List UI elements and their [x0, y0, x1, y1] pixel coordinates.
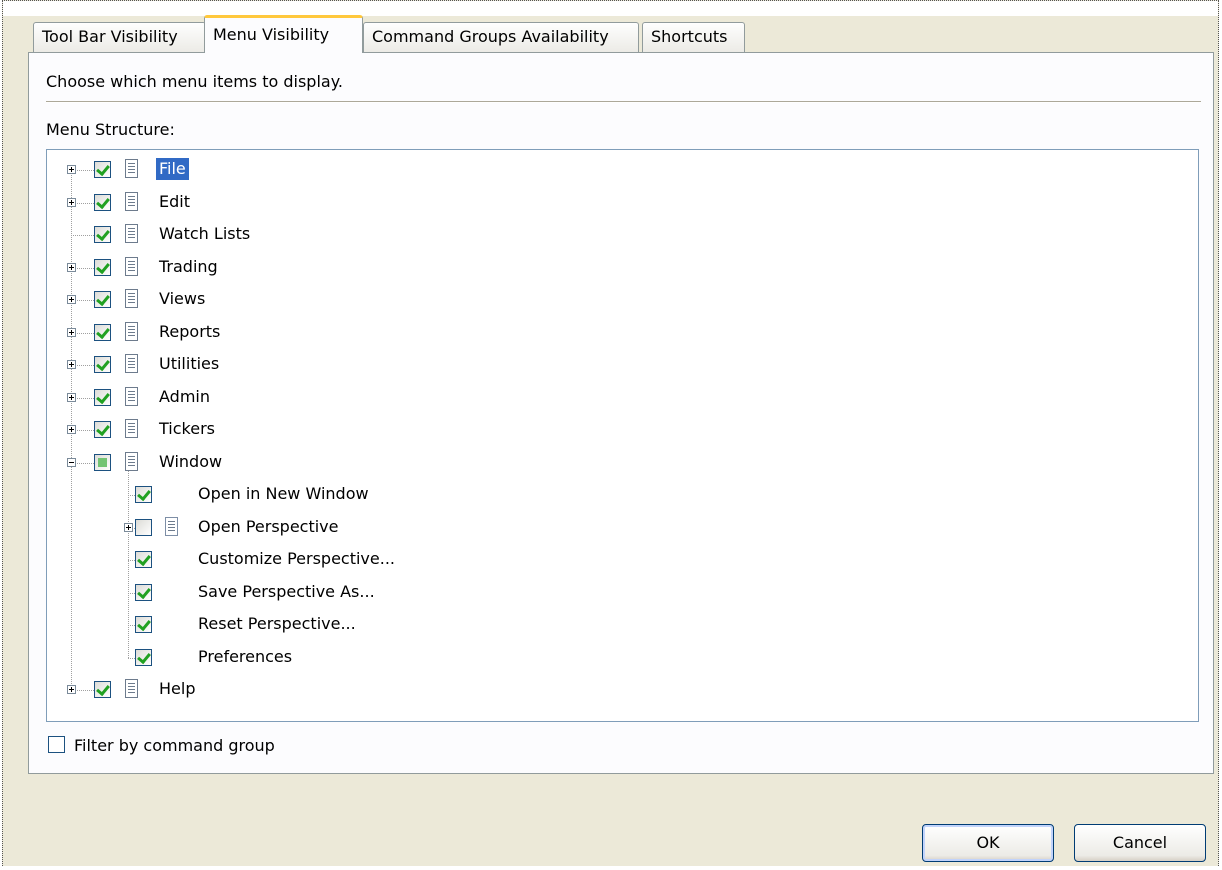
tab-menu-visibility[interactable]: Menu Visibility	[204, 15, 363, 53]
menu-icon	[125, 386, 138, 406]
tree-item-label: Views	[159, 289, 206, 308]
collapse-icon[interactable]	[67, 457, 76, 467]
tree-item-watch-lists[interactable]: Watch Lists	[47, 219, 1198, 251]
tree-item-tickers[interactable]: Tickers	[47, 414, 1198, 446]
menu-icon	[125, 321, 138, 341]
tree-connector	[128, 560, 135, 561]
tree-item-label: Tickers	[159, 419, 215, 438]
tree-item-help[interactable]: Help	[47, 674, 1198, 706]
tree-item-label: Reset Perspective...	[198, 614, 356, 633]
preferences-dialog: Tool Bar Visibility Menu Visibility Comm…	[2, 0, 1219, 866]
tree-item-trading[interactable]: Trading	[47, 252, 1198, 284]
tree-checkbox[interactable]	[94, 323, 111, 341]
tree-checkbox[interactable]	[94, 388, 111, 406]
expand-icon[interactable]	[67, 165, 76, 174]
tree-checkbox[interactable]	[135, 518, 152, 536]
tree-item-label: Watch Lists	[159, 224, 251, 243]
tree-connector	[71, 235, 94, 236]
tree-item-reports[interactable]: Reports	[47, 317, 1198, 349]
tree-item-label: Open Perspective	[198, 516, 339, 536]
tree-item-label: Save Perspective As...	[198, 581, 375, 601]
tree-subitem[interactable]: Customize Perspective...	[47, 544, 1198, 576]
tree-item-label: Preferences	[198, 646, 293, 666]
tree-checkbox[interactable]	[94, 258, 111, 276]
tree-checkbox[interactable]	[94, 193, 111, 211]
tree-checkbox[interactable]	[94, 226, 111, 243]
tree-item-views[interactable]: Views	[47, 284, 1198, 316]
tab-tool-bar-visibility[interactable]: Tool Bar Visibility	[33, 22, 206, 52]
menu-structure-label: Menu Structure:	[46, 120, 175, 139]
menu-icon	[125, 451, 138, 471]
tree-checkbox[interactable]	[94, 681, 111, 698]
tab-shortcuts[interactable]: Shortcuts	[642, 22, 745, 52]
menu-visibility-panel: Choose which menu items to display. Menu…	[28, 52, 1214, 774]
tree-item-edit[interactable]: Edit	[47, 187, 1198, 219]
expand-icon[interactable]	[67, 327, 76, 337]
tree-item-label: Edit	[159, 191, 190, 211]
tree-checkbox[interactable]	[135, 648, 152, 666]
tree-subitem[interactable]: Open Perspective	[47, 512, 1198, 544]
menu-icon	[125, 679, 138, 698]
expand-icon[interactable]	[124, 522, 133, 532]
filter-label: Filter by command group	[74, 736, 275, 755]
tree-item-label: Admin	[159, 386, 210, 406]
ok-button[interactable]: OK	[922, 824, 1054, 862]
menu-icon	[125, 354, 138, 373]
tree-checkbox[interactable]	[135, 616, 152, 633]
tree-connector	[128, 592, 135, 594]
tree-checkbox[interactable]	[94, 453, 111, 471]
tree-subitem[interactable]: Reset Perspective...	[47, 609, 1198, 641]
panel-description: Choose which menu items to display.	[46, 72, 343, 91]
expand-icon[interactable]	[67, 262, 76, 272]
tree-checkbox[interactable]	[135, 583, 152, 601]
tree-item-label: Utilities	[159, 354, 220, 373]
filter-checkbox[interactable]	[48, 736, 65, 753]
tree-item-file[interactable]: File	[47, 154, 1198, 186]
tree-checkbox[interactable]	[94, 356, 111, 373]
menu-icon	[165, 516, 178, 536]
cancel-button[interactable]: Cancel	[1074, 824, 1206, 862]
tree-item-admin[interactable]: Admin	[47, 382, 1198, 414]
tab-command-groups-availability[interactable]: Command Groups Availability	[363, 22, 639, 52]
tree-item-label: Open in New Window	[198, 484, 369, 503]
menu-icon	[125, 191, 138, 211]
tree-item-label: Trading	[159, 256, 218, 276]
tree-connector	[128, 657, 135, 659]
menu-structure-tree[interactable]: File Edit Watch Lists Trading Views Reports Ut…	[46, 149, 1199, 722]
menu-icon	[125, 419, 138, 438]
expand-icon[interactable]	[67, 685, 76, 694]
expand-icon[interactable]	[67, 360, 76, 369]
menu-icon	[125, 159, 138, 178]
expand-icon[interactable]	[67, 295, 76, 304]
separator	[46, 101, 1201, 103]
menu-icon	[125, 256, 138, 276]
expand-icon[interactable]	[67, 425, 76, 434]
tree-item-utilities[interactable]: Utilities	[47, 349, 1198, 381]
tree-item-label: Reports	[159, 321, 221, 341]
tree-item-label: Help	[159, 679, 196, 698]
expand-icon[interactable]	[67, 197, 76, 207]
tree-subitem[interactable]: Save Perspective As...	[47, 577, 1198, 609]
menu-icon	[125, 289, 138, 308]
tree-item-label: Window	[159, 451, 223, 471]
menu-icon	[125, 224, 138, 243]
tree-connector	[128, 495, 135, 496]
tree-item-label: Customize Perspective...	[198, 549, 395, 568]
expand-icon[interactable]	[67, 392, 76, 402]
tree-item-window[interactable]: Window	[47, 447, 1198, 479]
tree-checkbox[interactable]	[94, 421, 111, 438]
tree-connector	[128, 625, 135, 626]
dialog-top-strip	[3, 1, 1218, 16]
tree-checkbox[interactable]	[94, 161, 111, 178]
tree-checkbox[interactable]	[135, 551, 152, 568]
tree-subitem[interactable]: Open in New Window	[47, 479, 1198, 511]
tree-item-label: File	[156, 158, 189, 180]
tree-checkbox[interactable]	[135, 486, 152, 503]
tree-subitem[interactable]: Preferences	[47, 642, 1198, 674]
tree-checkbox[interactable]	[94, 291, 111, 308]
